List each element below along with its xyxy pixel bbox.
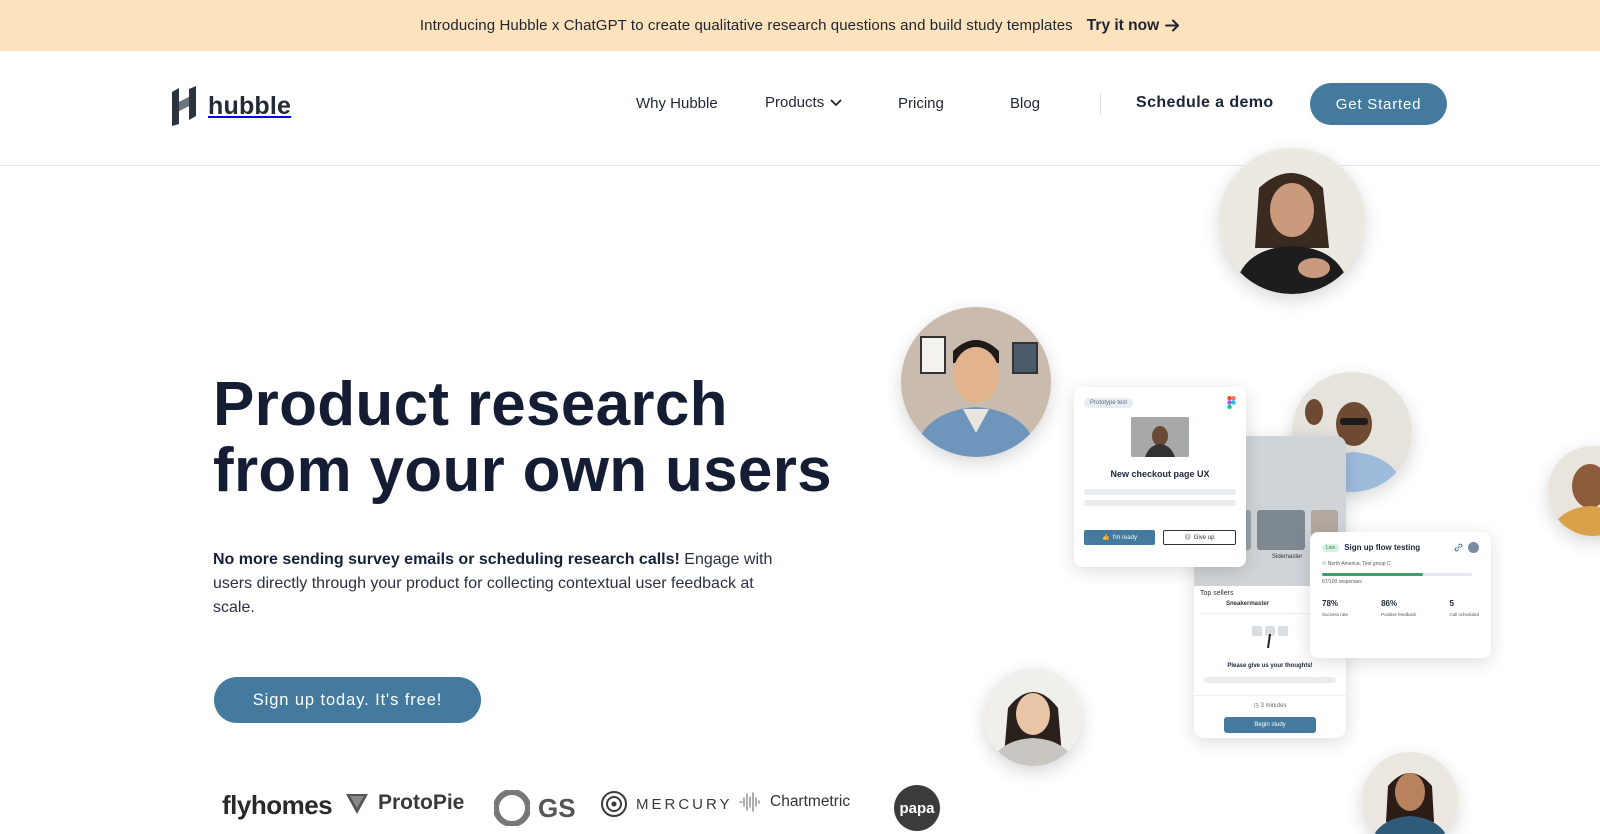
stat-calls: 5 Call scheduled [1449,599,1479,617]
im-ready-button[interactable]: 👍 I'm ready [1084,530,1155,545]
stat-positive: 86% Positive feedback [1381,599,1416,617]
prototype-card-header: Prototype test [1084,396,1236,409]
gs-swirl-icon [494,790,530,826]
protopie-icon [346,794,368,814]
waveform-icon [739,792,760,812]
stat-success: 78% Success rate [1322,599,1348,617]
study-audience: ⚇ North America, Test group C [1322,561,1479,567]
prototype-actions: 👍 I'm ready 😐 Give up [1084,530,1236,545]
begin-study-button[interactable]: Begin study [1224,717,1316,733]
im-ready-label: I'm ready [1112,534,1137,541]
phone-input-skeleton [1204,677,1336,683]
give-up-button[interactable]: 😐 Give up [1163,530,1236,545]
nav-products[interactable]: Products [765,94,842,111]
hubble-logo[interactable]: hubble [170,86,291,126]
signup-button[interactable]: Sign up today. It's free! [214,677,481,723]
prototype-skeleton-1 [1084,489,1236,495]
logo-text: hubble [208,91,292,120]
study-owner-avatar [1468,542,1479,553]
stat-positive-label: Positive feedback [1381,612,1417,617]
chartmetric-label: Chartmetric [770,793,851,810]
emoji-icon: 😐 [1184,535,1191,541]
hero-title-line2: from your own users [213,436,832,505]
avatar-woman-bottom [1362,752,1458,834]
phone-prompt: Please give us your thoughts! [1227,663,1313,669]
protopie-logo: ProtoPie [344,790,464,816]
live-badge: Live [1322,543,1340,552]
study-responses: 67/100 responses [1322,579,1362,585]
stat-success-label: Success rate [1322,612,1349,617]
stat-positive-value: 86% [1381,599,1398,608]
hero-title: Product research from your own users [213,372,833,504]
phone-duration: ◷ 3 minutes [1194,702,1346,709]
hero-subtitle: No more sending survey emails or schedul… [213,548,773,620]
nav-why-hubble[interactable]: Why Hubble [636,95,718,112]
avatar-woman-smile [984,668,1082,766]
give-up-label: Give up [1193,534,1215,541]
protopie-label: ProtoPie [378,791,465,814]
portrait-woman-top [1219,148,1365,294]
mercury-icon [601,791,627,817]
stat-calls-value: 5 [1449,599,1454,608]
prototype-video-thumb [1131,417,1189,457]
prototype-title: New checkout page UX [1110,469,1210,479]
portrait-woman-bottom [1362,752,1458,834]
chartmetric-logo: Chartmetric [738,790,850,814]
prototype-skeleton-2 [1084,500,1236,506]
site-header: hubble Why Hubble Products Pricing Blog … [0,51,1600,166]
prototype-tag: Prototype test [1084,397,1134,408]
study-progress-fill [1322,573,1423,576]
announcement-bar: Introducing Hubble x ChatGPT to create q… [0,0,1600,51]
portrait-man-denim [901,307,1051,457]
stat-success-value: 78% [1322,599,1339,608]
avatar-woman-edge [1548,446,1600,536]
chevron-down-icon [830,99,842,106]
nav-products-label: Products [765,94,825,111]
try-it-now-label: Try it now [1086,16,1160,34]
schedule-demo-link[interactable]: Schedule a demo [1136,94,1274,112]
study-stats: 78% Success rate 86% Positive feedback 5… [1322,599,1479,617]
get-started-button[interactable]: Get Started [1310,83,1447,125]
portrait-woman-smile [984,668,1082,766]
nav-pricing[interactable]: Pricing [898,95,944,112]
flyhomes-logo: flyhomes [222,790,333,820]
stat-calls-label: Call scheduled [1449,612,1479,617]
mercury-label: MERCURY [636,795,733,813]
mercury-logo: MERCURY [600,790,733,818]
avatar-woman-top [1219,148,1365,294]
papa-logo: papa [894,785,940,831]
nav-divider [1100,93,1101,115]
gs-label: GS [538,792,576,823]
hero-title-line1: Product research [213,370,728,439]
study-card-header: Live Sign up flow testing [1322,542,1479,553]
study-stats-card: Live Sign up flow testing ⚇ North Americ… [1310,532,1491,658]
avatar-man-denim [901,307,1051,457]
hubble-logo-icon [172,86,196,126]
figma-icon [1227,396,1236,409]
phone-footer: ◷ 3 minutes Begin study [1194,695,1346,733]
prototype-test-card: Prototype test New checkout page UX 👍 I'm… [1074,387,1246,567]
arrow-right-icon [1165,19,1180,32]
hero-subtitle-bold: No more sending survey emails or schedul… [213,551,680,568]
nav-blog[interactable]: Blog [1010,95,1040,112]
announcement-message: Introducing Hubble x ChatGPT to create q… [419,17,1073,34]
phone-duration-text: 3 minutes [1260,703,1287,709]
study-audience-text: North America, Test group C [1327,561,1391,567]
study-progress-track [1322,573,1472,576]
link-icon [1454,543,1463,552]
emoji-faces-icon [1252,626,1288,649]
gs-logo: GS [494,790,576,826]
thumbs-up-icon: 👍 [1102,535,1110,541]
try-it-now-link[interactable]: Try it now [1087,17,1180,35]
portrait-woman-edge [1548,446,1600,536]
study-title: Sign up flow testing [1344,543,1421,552]
